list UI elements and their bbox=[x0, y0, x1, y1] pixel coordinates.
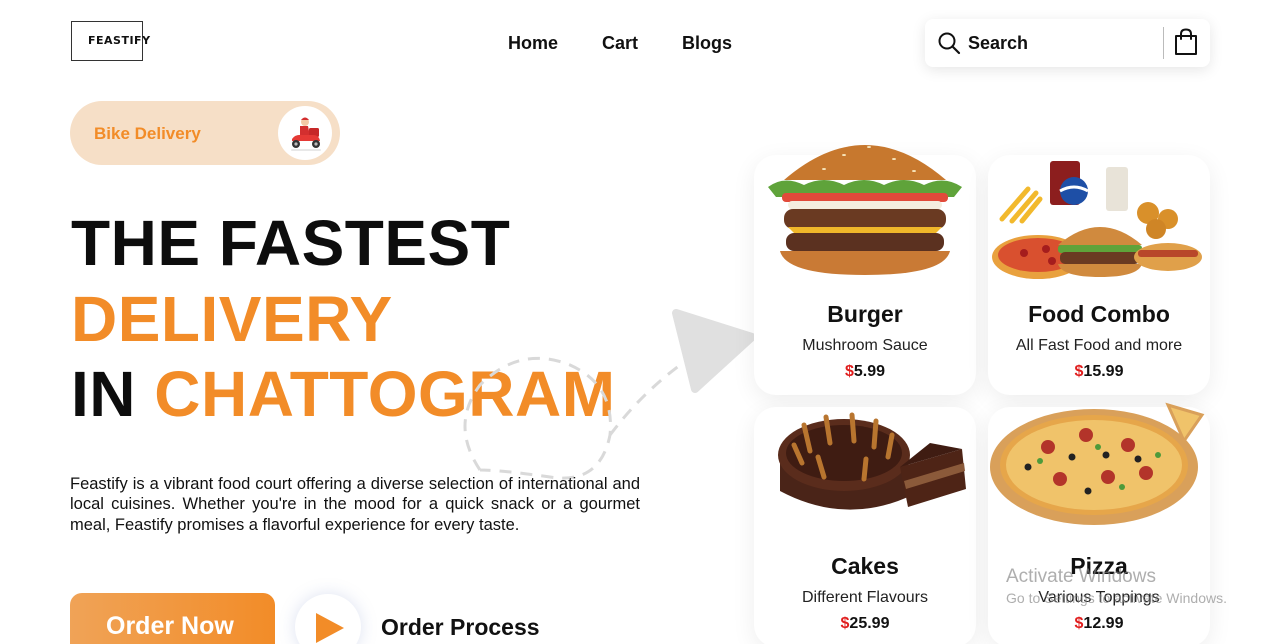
order-process-label[interactable]: Order Process bbox=[381, 614, 540, 641]
bike-delivery-badge: Bike Delivery bbox=[70, 101, 340, 165]
logo-text: FEASTIFY bbox=[88, 33, 151, 47]
shopping-bag-icon[interactable] bbox=[1173, 28, 1199, 56]
card-price: $12.99 bbox=[988, 615, 1210, 633]
watermark-title: Activate Windows bbox=[1006, 566, 1156, 587]
burger-image bbox=[768, 145, 962, 275]
badge-label: Bike Delivery bbox=[94, 124, 201, 143]
play-icon bbox=[316, 613, 344, 643]
search-icon bbox=[938, 32, 961, 55]
pizza-image bbox=[990, 402, 1205, 525]
price-value: 25.99 bbox=[849, 615, 890, 632]
nav-blogs[interactable]: Blogs bbox=[682, 33, 732, 54]
main-nav: Home Cart Blogs bbox=[508, 33, 732, 54]
play-video-button[interactable] bbox=[295, 594, 361, 644]
food-combo-image bbox=[992, 161, 1202, 279]
nav-cart[interactable]: Cart bbox=[602, 33, 638, 54]
product-card-burger[interactable]: Burger Mushroom Sauce $5.99 bbox=[754, 145, 976, 395]
nav-home[interactable]: Home bbox=[508, 33, 558, 54]
search-divider bbox=[1163, 27, 1164, 59]
logo[interactable]: FEASTIFY bbox=[71, 21, 150, 61]
card-title: Cakes bbox=[831, 553, 899, 579]
order-now-button[interactable]: Order Now bbox=[70, 593, 275, 644]
order-now-label: Order Now bbox=[106, 612, 234, 640]
headline-prefix: IN bbox=[71, 358, 136, 430]
card-title: Food Combo bbox=[1028, 301, 1170, 327]
product-card-pizza[interactable]: Pizza Various Toppings $12.99 bbox=[988, 402, 1210, 644]
price-value: 12.99 bbox=[1083, 615, 1124, 632]
product-card-food-combo[interactable]: Food Combo All Fast Food and more $15.99 bbox=[988, 155, 1210, 395]
card-price: $15.99 bbox=[988, 363, 1210, 381]
card-subtitle: Different Flavours bbox=[802, 589, 928, 606]
headline-line-1: THE FASTEST bbox=[71, 207, 511, 279]
cake-image bbox=[778, 412, 966, 510]
currency-symbol: $ bbox=[844, 363, 854, 380]
card-title: Burger bbox=[827, 301, 903, 327]
card-price: $25.99 bbox=[754, 615, 976, 633]
product-card-cakes[interactable]: Cakes Different Flavours $25.99 bbox=[754, 407, 976, 644]
price-value: 5.99 bbox=[853, 363, 886, 380]
hero-description: Feastify is a vibrant food court offerin… bbox=[70, 475, 640, 534]
search-label: Search bbox=[968, 33, 1029, 53]
delivery-scooter-icon bbox=[278, 106, 332, 160]
card-subtitle: All Fast Food and more bbox=[1015, 337, 1183, 354]
price-value: 15.99 bbox=[1083, 363, 1124, 380]
card-subtitle: Mushroom Sauce bbox=[802, 337, 928, 354]
search-bar[interactable]: Search bbox=[925, 19, 1210, 67]
headline-line-2: DELIVERY bbox=[71, 283, 393, 355]
card-price: $5.99 bbox=[754, 363, 976, 381]
watermark-subtitle: Go to Settings to activate Windows. bbox=[1006, 590, 1227, 606]
windows-activation-watermark: Activate Windows Go to Settings to activ… bbox=[1006, 566, 1227, 606]
